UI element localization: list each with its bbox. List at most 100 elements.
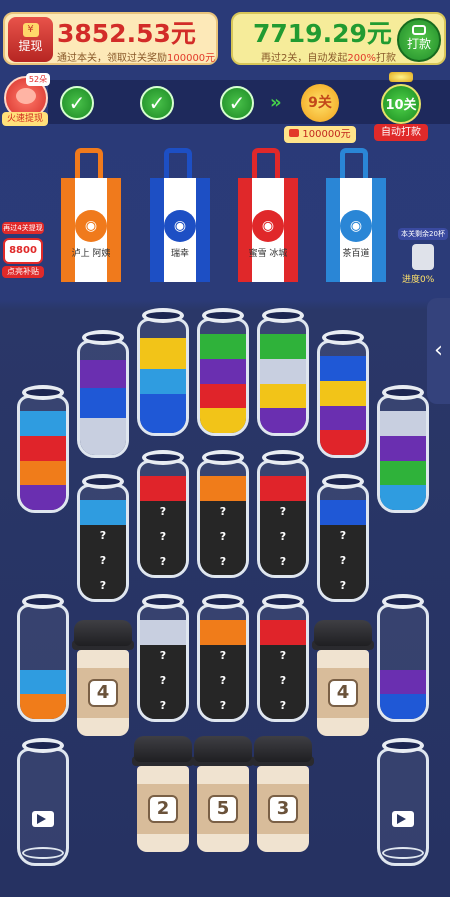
bottle-rim	[82, 330, 124, 345]
video-ad-icon[interactable]	[32, 811, 54, 827]
liquid-layer	[140, 476, 186, 502]
punch-card: 7719.29元 再过2关，自动发起200%打款 打款	[231, 12, 446, 65]
liquid-layer	[260, 476, 306, 502]
bottle-glass: ???	[137, 604, 189, 722]
brand-label: 瑞幸	[170, 249, 189, 259]
water-bottle[interactable]	[317, 330, 369, 458]
liquid-layer	[200, 359, 246, 385]
water-bottle[interactable]: ???	[257, 594, 309, 722]
water-bottle[interactable]	[137, 308, 189, 436]
liquid-layer	[20, 694, 66, 719]
hidden-layer-mark: ?	[219, 554, 227, 568]
water-bottle[interactable]	[17, 594, 69, 722]
locked-coffee-cup[interactable]: 2	[132, 736, 194, 854]
bottle-rim	[262, 308, 304, 323]
withdraw-amount: 3852.53元	[57, 19, 196, 48]
side-panel-toggle[interactable]: ‹	[427, 298, 450, 404]
liquid-layer	[200, 334, 246, 360]
withdraw-note: 通过本关，领取过关奖励100000元	[57, 49, 215, 64]
locked-coffee-cup[interactable]: 4	[312, 620, 374, 738]
water-bottle[interactable]	[77, 330, 129, 458]
bottle-glass	[197, 318, 249, 436]
bottle-rim	[202, 450, 244, 465]
bottle-rim	[322, 330, 364, 345]
tea-bag: ◉ 瑞幸	[150, 148, 210, 282]
bottle-glass	[17, 395, 69, 513]
bottle-glass	[257, 318, 309, 436]
liquid-layer	[320, 430, 366, 455]
bottle-rim	[202, 308, 244, 323]
liquid-layer	[80, 359, 126, 389]
liquid-layer	[320, 500, 366, 526]
locked-coffee-cup[interactable]: 3	[252, 736, 314, 854]
bottle-bottom	[382, 847, 424, 859]
hidden-layer-mark: ?	[219, 505, 227, 519]
water-bottle[interactable]: ???	[77, 474, 129, 602]
next-level-badge: 10关	[381, 84, 421, 124]
punch-button[interactable]: 打款	[397, 18, 441, 62]
bag-stripe	[107, 178, 121, 282]
hidden-layer-mark: ?	[339, 578, 347, 592]
bag-stripe	[238, 178, 252, 282]
bottle-rim	[382, 738, 424, 753]
crown-icon	[389, 72, 413, 82]
left-side-amount[interactable]: 8800元	[3, 238, 43, 278]
locked-coffee-cup[interactable]: 5	[192, 736, 254, 854]
bottle-glass: ???	[257, 604, 309, 722]
water-bottle[interactable]	[17, 738, 69, 866]
left-side-label: 点亮补贴	[2, 266, 44, 278]
water-bottle[interactable]: ???	[197, 594, 249, 722]
level-complete-check-1: ✓	[60, 86, 94, 120]
liquid-layer	[140, 393, 186, 433]
hidden-layer-mark: ?	[159, 649, 167, 663]
liquid-layer	[380, 436, 426, 462]
water-bottle[interactable]: ???	[257, 450, 309, 578]
water-bottle[interactable]	[377, 738, 429, 866]
water-bottle[interactable]: ???	[137, 594, 189, 722]
bottle-glass: ???	[137, 460, 189, 578]
withdraw-card: ¥ 提现 3852.53元 通过本关，领取过关奖励100000元	[3, 12, 218, 65]
video-ad-icon[interactable]	[392, 811, 414, 827]
bottle-glass: ???	[197, 604, 249, 722]
pig-label[interactable]: 火速提现	[2, 112, 48, 126]
cup-lid	[254, 736, 312, 762]
water-bottle[interactable]: ???	[317, 474, 369, 602]
bottle-glass	[77, 340, 129, 458]
tea-bag: ◉ 茶百道	[326, 148, 386, 282]
red-envelope-icon	[289, 129, 300, 137]
next-level-label: 自动打款	[374, 124, 428, 141]
bottle-glass	[317, 340, 369, 458]
water-bottle[interactable]	[377, 594, 429, 722]
liquid-layer	[200, 620, 246, 646]
locked-coffee-cup[interactable]: 4	[72, 620, 134, 738]
liquid-layer	[380, 411, 426, 437]
hidden-layer-mark: ?	[279, 698, 287, 712]
cup-lid	[74, 620, 132, 646]
hidden-layer-mark: ?	[279, 674, 287, 688]
water-bottle[interactable]	[17, 385, 69, 513]
bottle-glass	[17, 604, 69, 722]
cup-lock-count: 2	[148, 795, 178, 823]
bottle-rim	[22, 385, 64, 400]
cup-lock-count: 4	[88, 679, 118, 707]
hidden-layer-mark: ?	[339, 554, 347, 568]
bottle-rim	[142, 450, 184, 465]
liquid-layer	[140, 369, 186, 395]
hidden-layer-mark: ?	[219, 649, 227, 663]
water-bottle[interactable]	[377, 385, 429, 513]
water-bottle[interactable]: ???	[197, 450, 249, 578]
water-bottle[interactable]	[197, 308, 249, 436]
bottle-rim	[142, 308, 184, 323]
liquid-layer	[320, 405, 366, 431]
right-side-progress-value: 0%	[420, 275, 435, 285]
hidden-layer-mark: ?	[159, 505, 167, 519]
withdraw-button[interactable]: ¥ 提现	[8, 17, 53, 62]
water-bottle[interactable]: ???	[137, 450, 189, 578]
liquid-layer	[260, 620, 306, 646]
liquid-layer	[140, 620, 186, 646]
bag-stripe	[326, 178, 340, 282]
left-side-note: 再过4关提现	[2, 222, 44, 234]
water-bottle[interactable]	[257, 308, 309, 436]
bottle-glass: ???	[257, 460, 309, 578]
hidden-layer-mark: ?	[219, 698, 227, 712]
